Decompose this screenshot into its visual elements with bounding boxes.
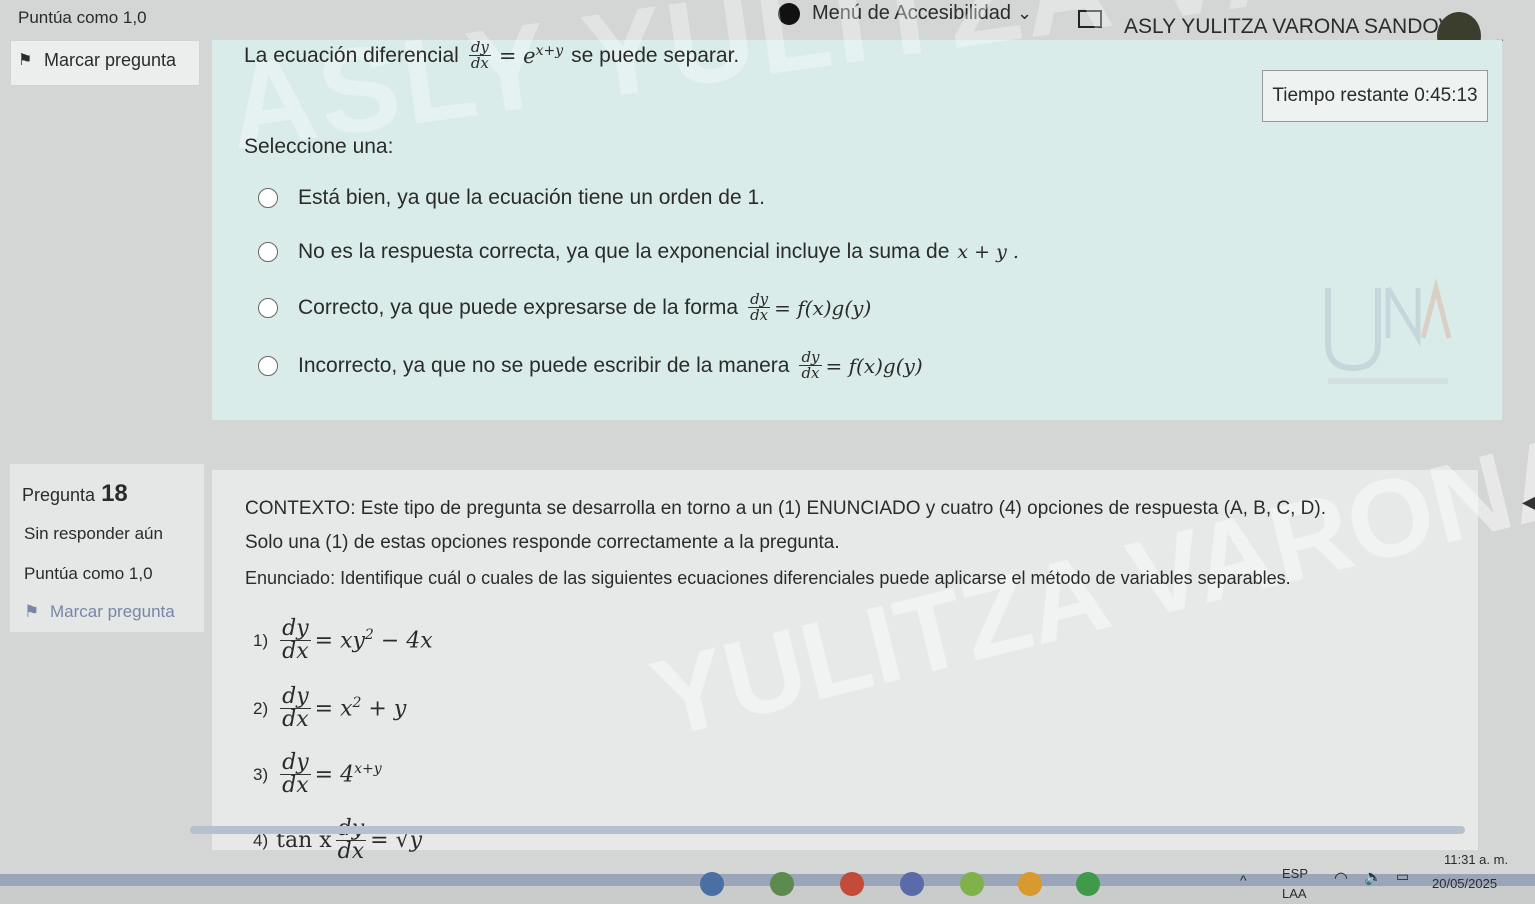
answer-option[interactable]: Correcto, ya que puede expresarse de la … bbox=[258, 292, 871, 323]
answer-option[interactable]: Incorrecto, ya que no se puede escribir … bbox=[258, 350, 923, 381]
language-indicator[interactable]: ESP LAA bbox=[1282, 864, 1308, 904]
question-label: Pregunta bbox=[22, 485, 96, 505]
option-math: = f(x)g(y) bbox=[825, 353, 923, 378]
option-math: x + y . bbox=[957, 241, 1019, 263]
equation-item: 1) dy dx = xy2 − 4x bbox=[253, 618, 433, 663]
keyboard-layout: LAA bbox=[1282, 886, 1307, 901]
mark-question-link[interactable]: ⚑ Marcar pregunta bbox=[24, 602, 175, 622]
question-text-before: La ecuación diferencial bbox=[244, 43, 459, 67]
radio-button[interactable] bbox=[258, 355, 278, 376]
option-text: Correcto, ya que puede expresarse de la … bbox=[298, 295, 739, 319]
derivative-fraction: dydx bbox=[468, 38, 491, 72]
clock-time[interactable]: 11:31 a. m. bbox=[1444, 852, 1508, 867]
derivative-fraction: dydx bbox=[280, 684, 311, 732]
prev-question-score: Puntúa como 1,0 bbox=[18, 8, 147, 27]
language-code: ESP bbox=[1282, 866, 1309, 881]
question-instruction: Solo una (1) de estas opciones responde … bbox=[245, 532, 840, 553]
volume-icon[interactable]: 🔈 bbox=[1364, 868, 1383, 886]
derivative-fraction: dydx bbox=[748, 290, 771, 324]
derivative-fraction: dydx bbox=[335, 818, 367, 863]
equation-item: 2) dy dx = x2 + y bbox=[253, 686, 406, 731]
mark-question-label: Marcar pregunta bbox=[49, 602, 175, 621]
derivative-fraction: dydx bbox=[280, 616, 311, 664]
derivative-fraction: dydx bbox=[280, 750, 311, 798]
question-number-value: 18 bbox=[101, 480, 128, 507]
option-text: No es la respuesta correcta, ya que la e… bbox=[298, 240, 950, 263]
option-text: Incorrecto, ya que no se puede escribir … bbox=[298, 353, 790, 377]
equation-item: 4) tan x dydx = √y bbox=[253, 818, 422, 863]
app-icon[interactable] bbox=[770, 872, 794, 896]
wifi-icon[interactable]: ◠ bbox=[1334, 868, 1348, 888]
option-text: Está bien, ya que la ecuación tiene un o… bbox=[298, 186, 766, 209]
app-icon[interactable] bbox=[960, 872, 984, 896]
equation-rhs: = x2 + y bbox=[314, 695, 407, 722]
equation-index: 3) bbox=[253, 764, 269, 784]
scroll-indicator-icon[interactable]: ◀ bbox=[1522, 492, 1535, 513]
equation-rhs: = ex+y bbox=[498, 43, 564, 68]
app-icon[interactable] bbox=[840, 872, 864, 896]
question-context: CONTEXTO: Este tipo de pregunta se desar… bbox=[245, 498, 1327, 519]
radio-button[interactable] bbox=[258, 188, 278, 208]
battery-icon[interactable]: ▭ bbox=[1396, 868, 1409, 885]
flag-icon[interactable]: ⚑ bbox=[18, 50, 32, 70]
equation-index: 1) bbox=[253, 630, 269, 650]
answer-option[interactable]: Está bien, ya que la ecuación tiene un o… bbox=[258, 186, 765, 210]
radio-button[interactable] bbox=[258, 297, 278, 318]
time-remaining: Tiempo restante 0:45:13 bbox=[1262, 70, 1488, 122]
chrome-icon[interactable] bbox=[1018, 872, 1042, 896]
question-text: La ecuación diferencial dy dx = ex+y se p… bbox=[244, 40, 739, 71]
teams-icon[interactable] bbox=[900, 872, 924, 896]
mark-question-link[interactable]: Marcar pregunta bbox=[44, 50, 176, 71]
question-statement: Enunciado: Identifique cuál o cuales de … bbox=[245, 568, 1291, 588]
question-number: Pregunta 18 bbox=[22, 480, 128, 508]
clock-date[interactable]: 20/05/2025 bbox=[1432, 876, 1497, 891]
question-status: Sin responder aún bbox=[24, 524, 163, 543]
tray-expand-icon[interactable]: ^ bbox=[1240, 872, 1247, 888]
question-text-after: se puede separar. bbox=[571, 43, 740, 67]
equation-item: 3) dy dx = 4x+y bbox=[253, 752, 382, 797]
derivative-fraction: dydx bbox=[799, 348, 822, 382]
horizontal-scrollbar[interactable] bbox=[190, 826, 1465, 834]
option-math: = f(x)g(y) bbox=[774, 295, 872, 320]
question-score: Puntúa como 1,0 bbox=[24, 564, 153, 583]
unad-logo-icon bbox=[1325, 278, 1452, 384]
equation-rhs: = xy2 − 4x bbox=[314, 627, 433, 654]
select-one-label: Seleccione una: bbox=[244, 135, 394, 158]
equation-index: 2) bbox=[253, 698, 269, 718]
flag-icon: ⚑ bbox=[24, 602, 40, 621]
app-icon[interactable] bbox=[700, 872, 724, 896]
app-icon[interactable] bbox=[1076, 872, 1100, 896]
equation-rhs: = 4x+y bbox=[314, 761, 382, 788]
answer-option[interactable]: No es la respuesta correcta, ya que la e… bbox=[258, 240, 1019, 264]
radio-button[interactable] bbox=[258, 242, 278, 262]
